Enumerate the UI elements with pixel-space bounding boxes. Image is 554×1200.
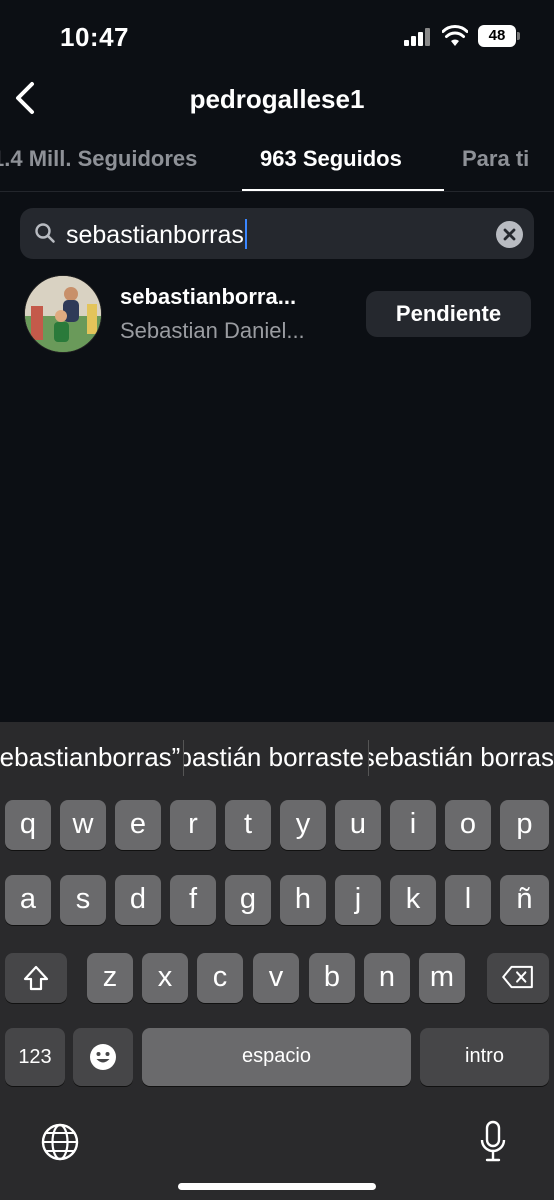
- key-s[interactable]: s: [60, 875, 106, 925]
- search-input[interactable]: sebastianborras: [20, 208, 534, 259]
- emoji-icon: [90, 1044, 116, 1070]
- key-z[interactable]: z: [87, 953, 133, 1003]
- space-key[interactable]: espacio: [142, 1028, 411, 1086]
- numbers-key[interactable]: 123: [5, 1028, 65, 1086]
- search-icon: [35, 223, 55, 243]
- home-indicator[interactable]: [178, 1183, 376, 1190]
- suggestion-bar: “sebastianborras” sebastián borraste seb…: [0, 722, 554, 796]
- result-username: sebastianborra...: [120, 284, 297, 309]
- key-r[interactable]: r: [170, 800, 216, 850]
- page-title: pedrogallese1: [189, 84, 365, 114]
- key-x[interactable]: x: [142, 953, 188, 1003]
- tab-bar: 1.4 Mill. Seguidores 963 Seguidos Para t…: [0, 130, 554, 192]
- key-d[interactable]: d: [115, 875, 161, 925]
- search-field-text: sebastianborras: [66, 219, 247, 250]
- key-m[interactable]: m: [419, 953, 465, 1003]
- key-j[interactable]: j: [335, 875, 381, 925]
- key-n[interactable]: n: [364, 953, 410, 1003]
- wifi-icon: [442, 25, 468, 46]
- tab-for-you[interactable]: Para ti: [462, 146, 529, 172]
- key-q[interactable]: q: [5, 800, 51, 850]
- key-t[interactable]: t: [225, 800, 271, 850]
- keyboard: “sebastianborras” sebastián borraste seb…: [0, 722, 554, 1200]
- suggestion-3[interactable]: sebastián borras: [369, 742, 554, 773]
- key-y[interactable]: y: [280, 800, 326, 850]
- pending-button[interactable]: Pendiente: [366, 291, 531, 337]
- key-c[interactable]: c: [197, 953, 243, 1003]
- tab-following[interactable]: 963 Seguidos: [260, 146, 402, 172]
- delete-key[interactable]: [487, 953, 549, 1003]
- avatar[interactable]: [24, 275, 102, 353]
- status-bar: 10:47 48: [0, 0, 554, 70]
- key-o[interactable]: o: [445, 800, 491, 850]
- shift-icon: [23, 965, 49, 991]
- signal-icon: [404, 28, 432, 46]
- key-f[interactable]: f: [170, 875, 216, 925]
- delete-icon: [502, 965, 533, 989]
- result-full-name: Sebastian Daniel...: [120, 318, 305, 343]
- battery-indicator: 48: [478, 25, 516, 47]
- list-item[interactable]: sebastianborra... Sebastian Daniel... Pe…: [0, 268, 554, 364]
- mic-icon[interactable]: [478, 1120, 508, 1164]
- key-e[interactable]: e: [115, 800, 161, 850]
- key-g[interactable]: g: [225, 875, 271, 925]
- key-i[interactable]: i: [390, 800, 436, 850]
- text-caret: [244, 219, 247, 249]
- suggestion-1[interactable]: “sebastianborras”: [0, 742, 180, 773]
- key-w[interactable]: w: [60, 800, 106, 850]
- emoji-key[interactable]: [73, 1028, 133, 1086]
- battery-tip: [517, 32, 520, 40]
- key-v[interactable]: v: [253, 953, 299, 1003]
- key-p[interactable]: p: [500, 800, 549, 850]
- key-a[interactable]: a: [5, 875, 51, 925]
- suggestion-2[interactable]: sebastián borraste: [184, 742, 364, 773]
- return-key[interactable]: intro: [420, 1028, 549, 1086]
- status-time: 10:47: [60, 22, 129, 52]
- key-k[interactable]: k: [390, 875, 436, 925]
- clear-icon[interactable]: [496, 221, 523, 248]
- key-n-tilde[interactable]: ñ: [500, 875, 549, 925]
- key-u[interactable]: u: [335, 800, 381, 850]
- tab-followers[interactable]: 1.4 Mill. Seguidores: [0, 146, 197, 172]
- header: pedrogallese1: [0, 70, 554, 130]
- tab-divider: [0, 191, 554, 192]
- key-h[interactable]: h: [280, 875, 326, 925]
- shift-key[interactable]: [5, 953, 67, 1003]
- key-l[interactable]: l: [445, 875, 491, 925]
- globe-icon[interactable]: [40, 1122, 80, 1162]
- key-b[interactable]: b: [309, 953, 355, 1003]
